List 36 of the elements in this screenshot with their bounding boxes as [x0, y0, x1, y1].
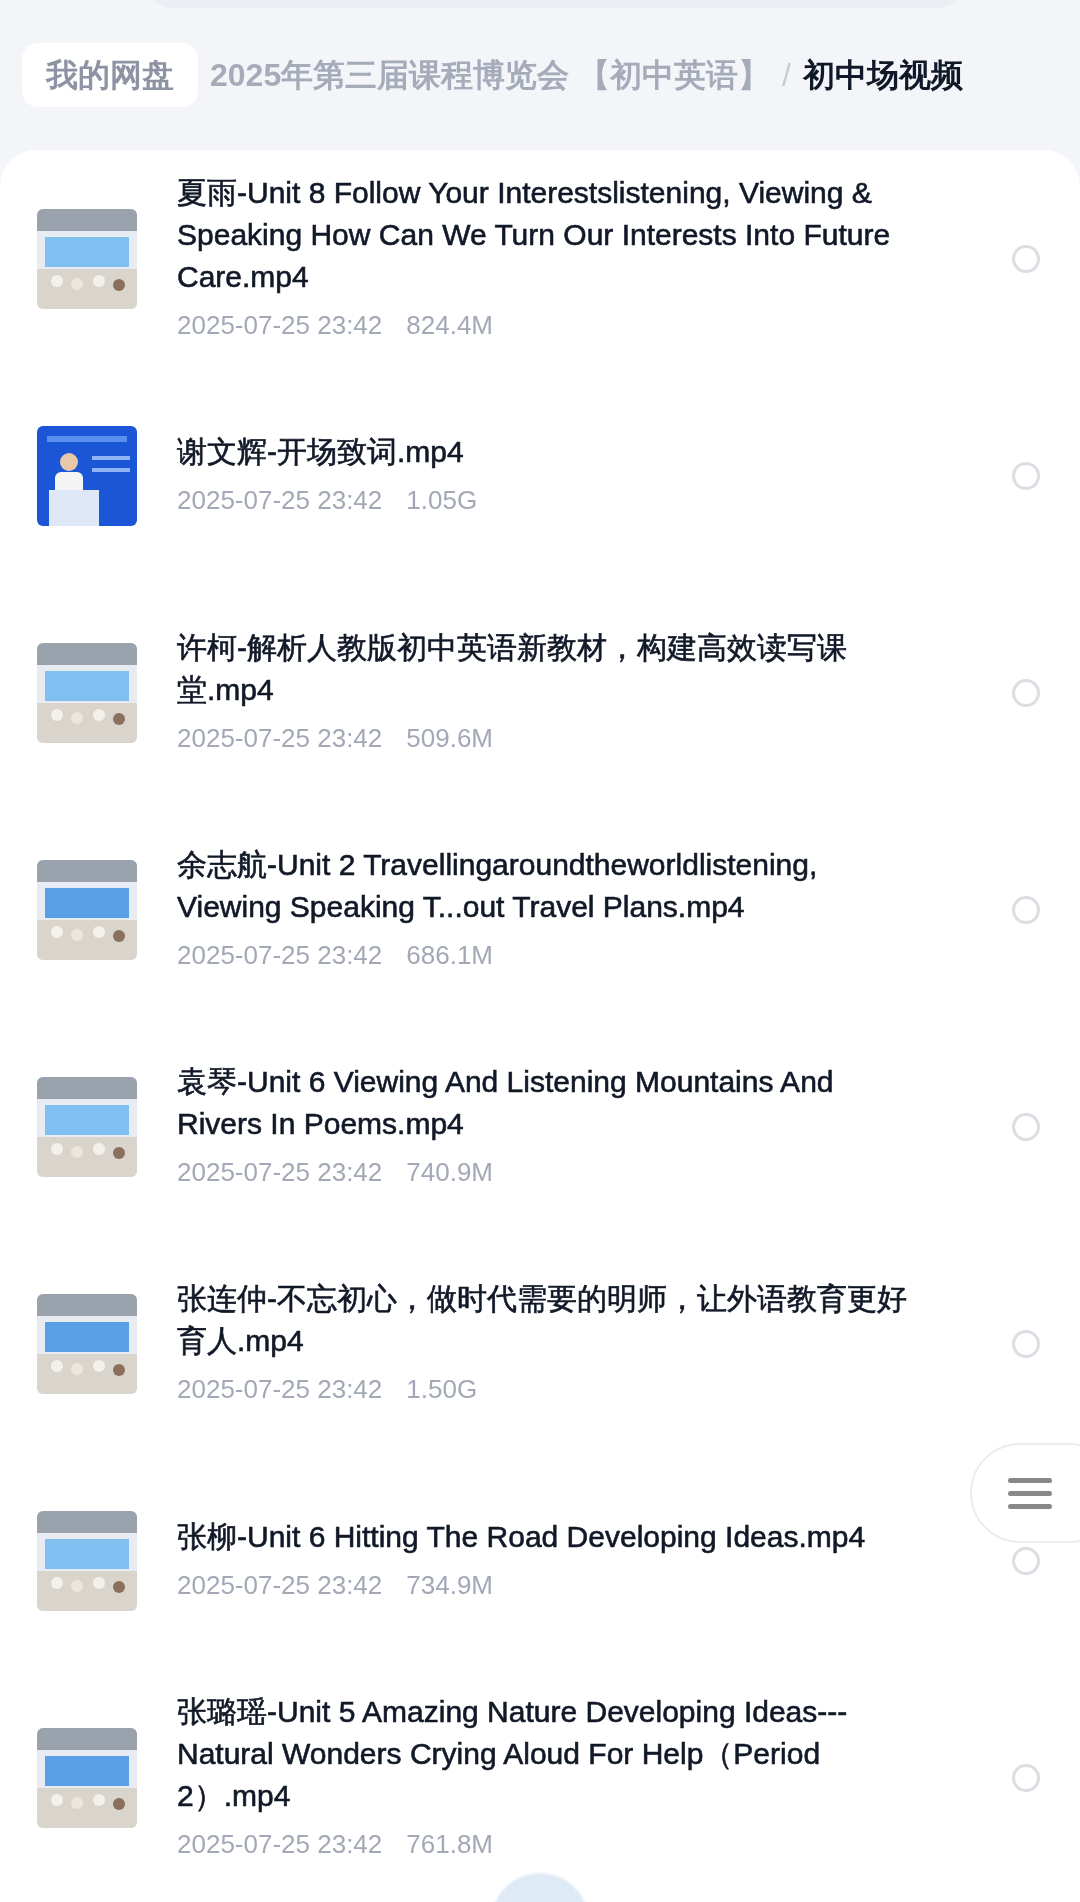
- select-radio[interactable]: [1012, 461, 1040, 490]
- file-size: 740.9M: [406, 1156, 494, 1189]
- file-size: 1.50G: [406, 1373, 478, 1406]
- breadcrumb-current: 初中场视频: [802, 56, 963, 95]
- file-date: 2025-07-25 23:42: [177, 1828, 383, 1861]
- select-radio[interactable]: [1012, 895, 1040, 924]
- file-name[interactable]: 张璐瑶-Unit 5 Amazing Nature Developing Ideas---Natural Wonders Crying Aloud For Help（Period 2）.mp4: [177, 1691, 917, 1817]
- file-size: 509.6M: [406, 722, 494, 755]
- file-name[interactable]: 夏雨-Unit 8 Follow Your Interestslistening, Viewing & Speaking How Can We Turn Our Interests Into Future Care.mp4: [177, 172, 917, 298]
- select-radio[interactable]: [1012, 244, 1040, 273]
- file-name[interactable]: 张连仲-不忘初心，做时代需要的明师，让外语教育更好育人.mp4: [177, 1278, 917, 1362]
- select-radio[interactable]: [1012, 1546, 1040, 1575]
- file-name[interactable]: 张柳-Unit 6 Hitting The Road Developing Ideas.mp4: [177, 1516, 917, 1558]
- file-date: 2025-07-25 23:42: [177, 1373, 383, 1406]
- menu-button[interactable]: [970, 1443, 1080, 1543]
- file-name[interactable]: 谢文辉-开场致词.mp4: [177, 431, 917, 473]
- file-date: 2025-07-25 23:42: [177, 1569, 383, 1602]
- select-radio[interactable]: [1012, 1763, 1040, 1792]
- file-size: 1.05G: [406, 484, 478, 517]
- file-name[interactable]: 许柯-解析人教版初中英语新教材，构建高效读写课堂.mp4: [177, 627, 917, 711]
- file-size: 761.8M: [406, 1828, 494, 1861]
- file-size: 824.4M: [406, 309, 494, 342]
- file-date: 2025-07-25 23:42: [177, 722, 383, 755]
- file-name[interactable]: 余志航-Unit 2 Travellingaroundtheworldlistening, Viewing Speaking T...out Travel Plans.mp4: [177, 844, 917, 928]
- file-date: 2025-07-25 23:42: [177, 309, 383, 342]
- file-size: 734.9M: [406, 1569, 494, 1602]
- file-date: 2025-07-25 23:42: [177, 484, 383, 517]
- file-name[interactable]: 袁琴-Unit 6 Viewing And Listening Mountains And Rivers In Poems.mp4: [177, 1061, 917, 1145]
- menu-icon: [1008, 1476, 1052, 1510]
- breadcrumb-separator: /: [782, 56, 791, 95]
- file-date: 2025-07-25 23:42: [177, 939, 383, 972]
- select-radio[interactable]: [1012, 1329, 1040, 1358]
- select-radio[interactable]: [1012, 1112, 1040, 1141]
- file-date: 2025-07-25 23:42: [177, 1156, 383, 1189]
- select-radio[interactable]: [1012, 678, 1040, 707]
- file-size: 686.1M: [406, 939, 494, 972]
